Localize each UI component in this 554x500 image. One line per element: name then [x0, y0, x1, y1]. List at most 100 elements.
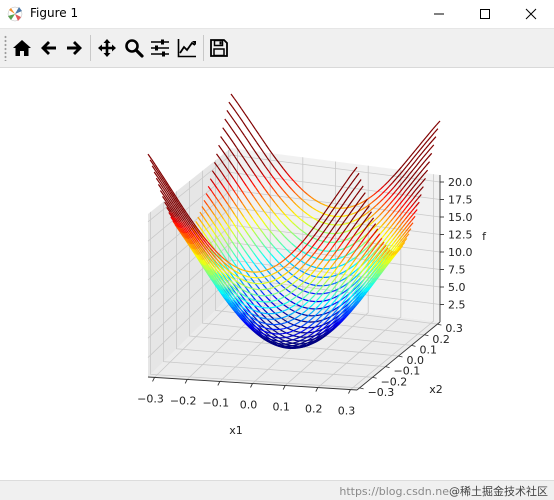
surface-line [242, 144, 246, 149]
back-button[interactable] [37, 36, 61, 60]
surface-line [253, 137, 256, 142]
surface-line [257, 143, 261, 148]
subplots-button[interactable] [148, 36, 172, 60]
edit-axis-button[interactable] [175, 36, 199, 60]
surface-line [272, 307, 276, 308]
surface-line [264, 313, 268, 314]
surface-line [427, 149, 431, 153]
forward-button[interactable] [62, 36, 86, 60]
surface-line [428, 153, 432, 157]
x-tick-label: 0.3 [338, 405, 356, 418]
matplotlib-icon [6, 5, 24, 23]
edit-axis-icon [177, 38, 197, 58]
surface-line [246, 127, 250, 132]
y-tick-mark [373, 377, 377, 378]
surface-line [264, 283, 268, 284]
surface-line [260, 313, 263, 314]
surface-line [426, 162, 430, 166]
status-bar: https://blog.csdn.ne@稀土掘金技术社区 [0, 480, 554, 500]
surface-line [312, 276, 316, 277]
surface-line [268, 295, 272, 296]
zoom-button[interactable] [122, 36, 146, 60]
y-tick-label: −0.3 [368, 386, 395, 399]
surface-line [277, 345, 280, 346]
surface-line [429, 141, 433, 145]
surface-line [416, 146, 420, 150]
surface-line [430, 129, 433, 133]
x-axis-label: x1 [229, 424, 243, 437]
surface-line [235, 134, 239, 139]
surface-line [245, 114, 249, 119]
surface-line [251, 146, 255, 151]
surface-line [420, 157, 424, 161]
surface-line [424, 141, 428, 145]
save-button[interactable] [207, 36, 231, 60]
title-bar: Figure 1 [0, 0, 554, 29]
surface-line [239, 139, 243, 144]
y-tick-mark [399, 356, 403, 357]
z-tick-label: 2.5 [448, 299, 466, 312]
surface-line [226, 133, 230, 138]
watermark: https://blog.csdn.ne@稀土掘金技术社区 [339, 483, 548, 499]
home-button[interactable] [10, 36, 34, 60]
surface-line [243, 122, 246, 127]
surface-line [423, 153, 427, 157]
x-tick-mark [218, 381, 220, 385]
surface-line [221, 137, 225, 142]
figure-canvas[interactable]: −0.3−0.2−0.10.00.10.20.30.30.20.10.0−0.1… [0, 68, 554, 479]
surface-line [248, 141, 251, 146]
x-tick-label: 0.0 [240, 399, 258, 412]
surface-line [248, 119, 252, 124]
surface-line [295, 331, 299, 332]
surface-line [421, 161, 424, 165]
surface-line [224, 141, 228, 146]
minimize-button[interactable] [416, 0, 462, 28]
surface-line [286, 341, 290, 342]
forward-arrow-icon [64, 38, 84, 58]
surface-line [295, 340, 298, 341]
y-tick-mark [437, 324, 441, 325]
x-tick-mark [185, 379, 187, 383]
surface-line [280, 329, 284, 330]
x-tick-mark [316, 388, 318, 392]
surface-line [291, 346, 295, 347]
close-icon [525, 8, 537, 20]
surface-line [275, 343, 279, 344]
surface-line [419, 141, 423, 145]
surface-line [238, 104, 241, 109]
surface-line [262, 277, 266, 278]
surface-line [434, 129, 438, 133]
surface-line [266, 328, 270, 329]
maximize-button[interactable] [462, 0, 508, 28]
surface-line [418, 166, 422, 170]
surface-line [148, 154, 152, 159]
surface-line [223, 128, 227, 133]
surface-line [276, 319, 280, 320]
y-tick-mark [424, 335, 428, 336]
surface-line [414, 154, 418, 158]
toolbar-separator [90, 35, 91, 61]
x-tick-mark [283, 386, 285, 390]
surface-line [423, 137, 427, 141]
subplots-config-icon [150, 38, 170, 58]
pan-icon [97, 38, 117, 58]
x-tick-mark [153, 377, 155, 381]
surface-line [289, 343, 293, 344]
pan-button[interactable] [95, 36, 119, 60]
surface-line [237, 125, 241, 130]
surface-line [428, 137, 432, 141]
surface-line [422, 149, 426, 153]
surface-line [262, 318, 266, 319]
surface-line [235, 99, 239, 104]
surface-line [217, 154, 221, 159]
surface-line [280, 346, 284, 347]
surface-line [410, 158, 413, 162]
surface-line [430, 145, 434, 149]
x-tick-label: −0.3 [137, 392, 164, 405]
surface-line [309, 332, 313, 333]
surface-line [293, 347, 296, 348]
close-button[interactable] [508, 0, 554, 28]
x-tick-label: −0.2 [170, 394, 197, 407]
save-icon [209, 38, 229, 58]
surface-line [278, 344, 282, 345]
